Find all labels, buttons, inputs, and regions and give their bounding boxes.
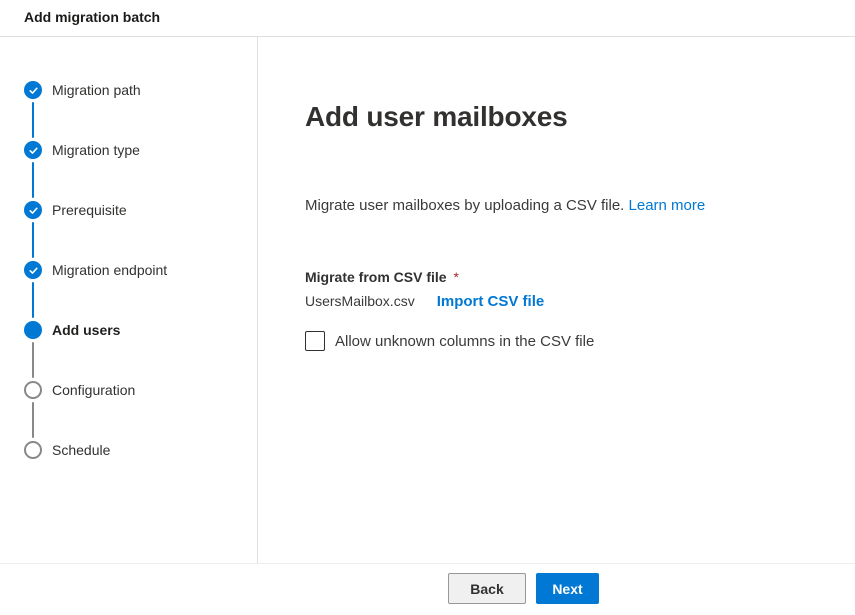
required-asterisk: *: [453, 269, 459, 285]
back-button[interactable]: Back: [448, 573, 526, 604]
description-label: Migrate user mailboxes by uploading a CS…: [305, 197, 625, 214]
allow-unknown-columns-checkbox[interactable]: Allow unknown columns in the CSV file: [305, 331, 815, 351]
csv-field-label: Migrate from CSV file *: [305, 267, 815, 287]
stepper-step-migration-path[interactable]: Migration path: [24, 81, 141, 99]
check-icon: [28, 267, 38, 274]
wizard-header: Add migration batch: [0, 0, 855, 37]
step-label: Configuration: [52, 382, 136, 398]
step-upcoming-circle-icon: [24, 381, 42, 399]
checkbox-icon[interactable]: [305, 331, 325, 351]
csv-file-row: UsersMailbox.csv Import CSV file: [305, 291, 815, 312]
step-current-dot-icon: [24, 321, 42, 339]
csv-file-name: UsersMailbox.csv: [305, 293, 415, 309]
stepper-connector: [32, 162, 34, 198]
check-icon: [28, 207, 38, 214]
checkbox-label: Allow unknown columns in the CSV file: [335, 332, 595, 350]
step-label: Schedule: [52, 442, 111, 458]
import-csv-link[interactable]: Import CSV file: [437, 292, 545, 312]
step-label: Migration type: [52, 142, 140, 158]
step-completed-check-icon: [24, 141, 42, 159]
wizard-title: Add migration batch: [24, 9, 161, 25]
stepper-step-schedule[interactable]: Schedule: [24, 441, 110, 459]
stepper-step-configuration[interactable]: Configuration: [24, 381, 135, 399]
description-text: Migrate user mailboxes by uploading a CS…: [305, 196, 815, 216]
stepper-sidebar: Migration path Migration type Prerequisite…: [0, 37, 258, 563]
stepper-connector: [32, 102, 34, 138]
page-title: Add user mailboxes: [305, 101, 568, 132]
stepper-connector: [32, 282, 34, 318]
step-completed-check-icon: [24, 81, 42, 99]
stepper-connector: [32, 222, 34, 258]
check-icon: [28, 87, 38, 94]
main-content: Add user mailboxes Migrate user mailboxe…: [258, 37, 855, 563]
step-completed-check-icon: [24, 261, 42, 279]
stepper-step-migration-endpoint[interactable]: Migration endpoint: [24, 261, 167, 279]
stepper-step-migration-type[interactable]: Migration type: [24, 141, 140, 159]
step-completed-check-icon: [24, 201, 42, 219]
stepper-connector: [32, 402, 34, 438]
stepper-step-prerequisite[interactable]: Prerequisite: [24, 201, 127, 219]
stepper-connector: [32, 342, 34, 378]
check-icon: [28, 147, 38, 154]
step-label: Migration endpoint: [52, 262, 168, 278]
learn-more-link[interactable]: Learn more: [629, 197, 706, 214]
step-label: Migration path: [52, 82, 141, 98]
step-upcoming-circle-icon: [24, 441, 42, 459]
stepper-step-add-users[interactable]: Add users: [24, 321, 120, 339]
wizard-footer: Back Next: [0, 563, 855, 615]
next-button[interactable]: Next: [536, 573, 599, 604]
step-label: Prerequisite: [52, 202, 127, 218]
step-label: Add users: [52, 322, 121, 338]
csv-field-label-text: Migrate from CSV file: [305, 269, 447, 285]
